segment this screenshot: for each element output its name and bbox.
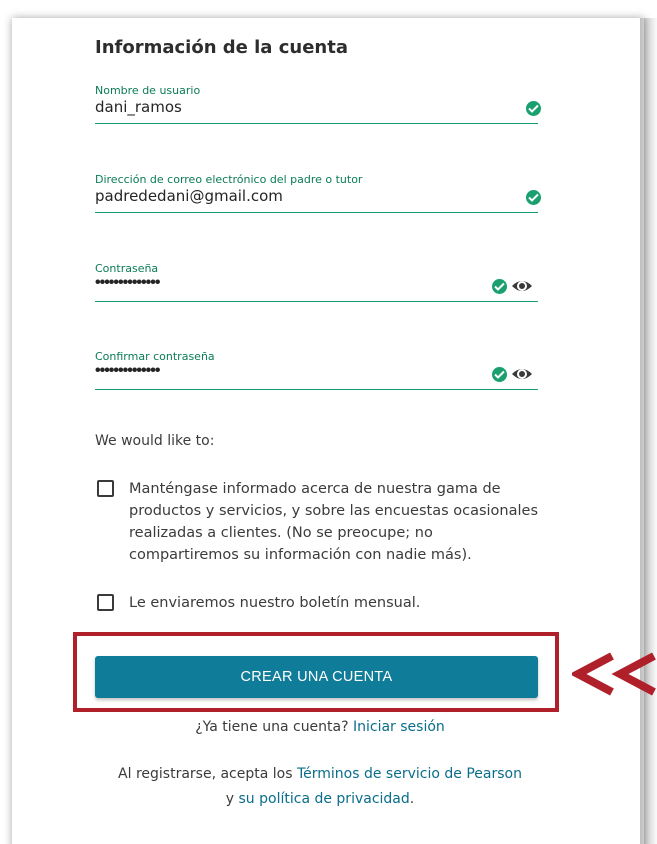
privacy-policy-link[interactable]: su política de privacidad (239, 791, 410, 807)
username-field[interactable]: Nombre de usuario dani_ramos (95, 84, 541, 124)
eye-icon[interactable] (511, 277, 533, 295)
card-shadow (640, 18, 657, 844)
check-circle-icon (526, 101, 541, 116)
check-circle-icon (492, 279, 507, 294)
login-prompt: ¿Ya tiene una cuenta? Iniciar sesión (0, 719, 640, 735)
confirm-password-field[interactable]: Confirmar contraseña •••••••••••••• (95, 350, 538, 390)
confirm-password-input[interactable]: •••••••••••••• (95, 362, 160, 380)
newsletter-option-label: Le enviaremos nuestro boletín mensual. (129, 595, 421, 611)
check-circle-icon (526, 190, 541, 205)
password-input[interactable]: •••••••••••••• (95, 274, 160, 292)
username-input[interactable]: dani_ramos (95, 98, 182, 116)
double-chevron-left-icon (569, 650, 657, 698)
login-link[interactable]: Iniciar sesión (353, 719, 445, 735)
newsletter-checkbox[interactable] (97, 594, 114, 611)
terms-notice: Al registrarse, acepta los Términos de s… (0, 762, 640, 812)
terms-conjunction: y (225, 791, 235, 807)
guardian-email-label: Dirección de correo electrónico del padr… (95, 173, 363, 186)
eye-icon[interactable] (511, 365, 533, 383)
terms-suffix: . (409, 791, 415, 807)
terms-of-service-link[interactable]: Términos de servicio de Pearson (297, 766, 522, 782)
marketing-option-label: Manténgase informado acerca de nuestra g… (129, 481, 539, 563)
guardian-email-field[interactable]: Dirección de correo electrónico del padr… (95, 173, 541, 213)
preferences-intro: We would like to: (95, 433, 215, 449)
terms-prefix: Al registrarse, acepta los (118, 766, 293, 782)
marketing-checkbox[interactable] (97, 480, 114, 497)
login-prompt-text: ¿Ya tiene una cuenta? (195, 719, 349, 735)
guardian-email-input[interactable]: padrededani@gmail.com (95, 187, 283, 205)
check-circle-icon (492, 367, 507, 382)
password-field[interactable]: Contraseña •••••••••••••• (95, 262, 538, 302)
section-title: Información de la cuenta (95, 37, 348, 58)
create-account-button[interactable]: CREAR UNA CUENTA (95, 656, 538, 698)
username-label: Nombre de usuario (95, 84, 201, 97)
